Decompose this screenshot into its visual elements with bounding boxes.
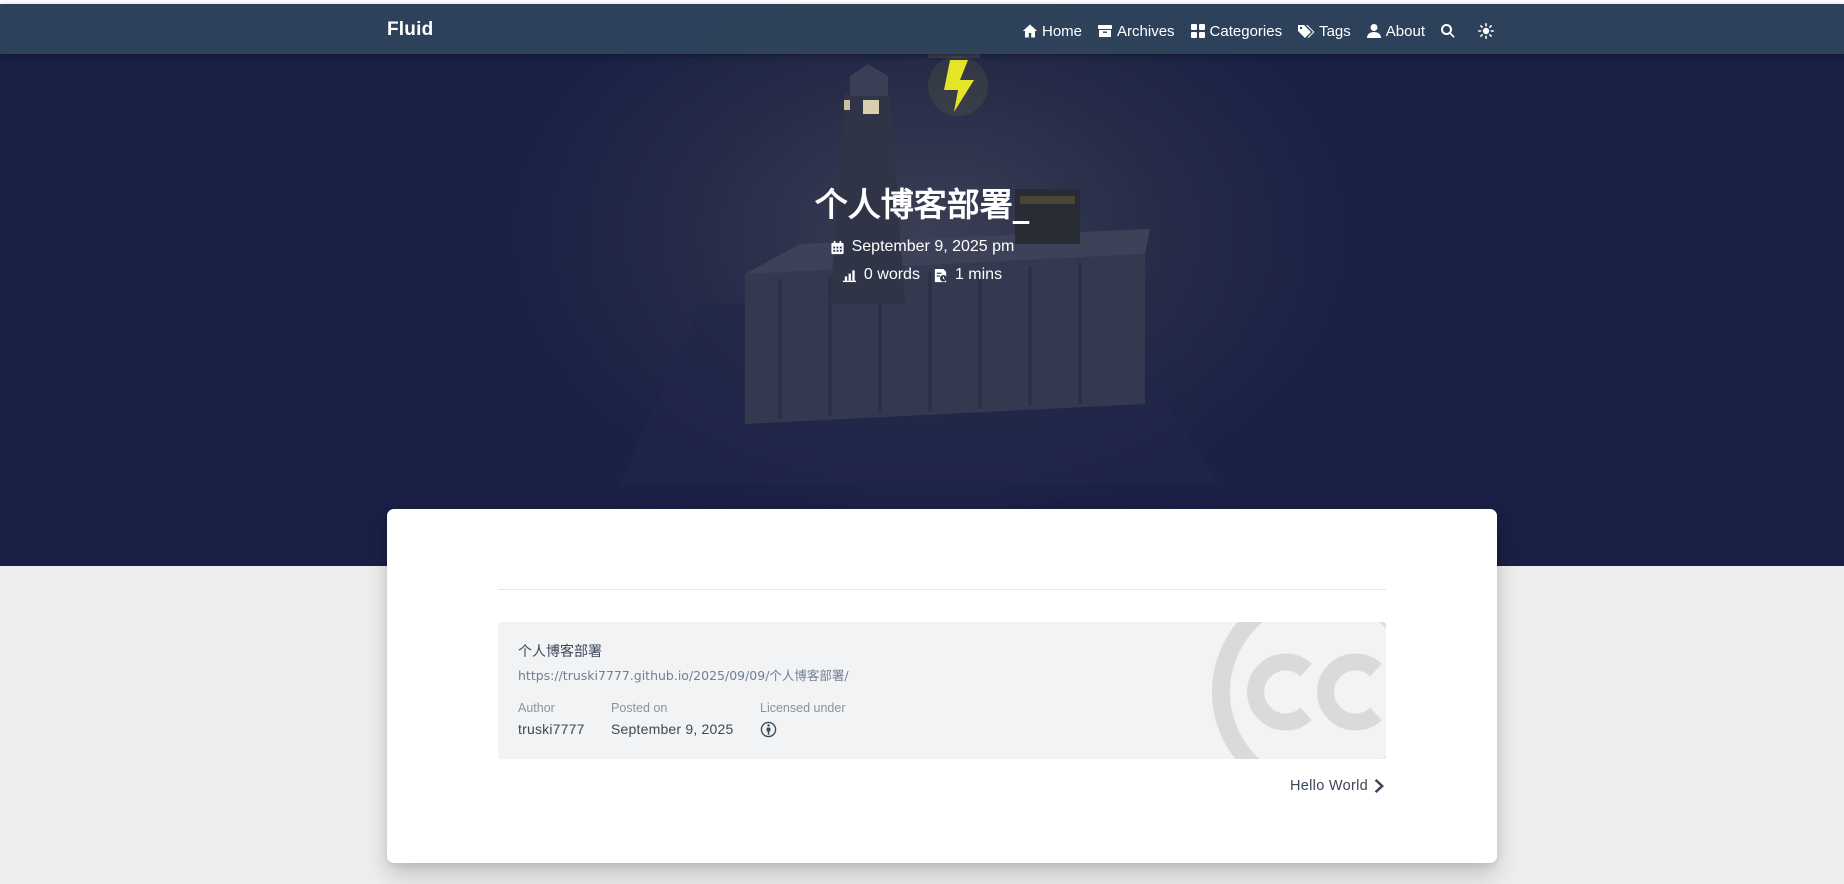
license-type: Licensed under [760,701,845,741]
brand-logo[interactable]: Fluid [387,19,433,41]
posted-value: September 9, 2025 [611,721,734,737]
nav-home[interactable]: Home [1022,23,1082,40]
categories-icon [1190,24,1205,38]
license-post-url[interactable]: https://truski7777.github.io/2025/09/09/… [518,665,849,684]
clock-document-icon [934,268,947,282]
lighthouse-banner-image [620,52,1220,484]
nav-tags[interactable]: Tags [1297,23,1351,40]
navbar: Fluid Home Archives Categories Tags Abou… [0,4,1844,54]
license-author: Author truski7777 [518,701,585,737]
chart-icon [842,269,856,282]
home-icon [1022,24,1038,38]
nav-categories-label: Categories [1209,22,1283,40]
nav-about[interactable]: About [1366,23,1425,40]
next-post-link[interactable]: Hello World [1290,778,1386,794]
licensed-label: Licensed under [760,701,846,715]
nav-archives-label: Archives [1117,22,1175,40]
content-divider [498,589,1386,590]
post-content-card: 个人博客部署 https://truski7777.github.io/2025… [387,509,1497,863]
license-box: 个人博客部署 https://truski7777.github.io/2025… [498,622,1386,759]
tags-icon [1298,25,1315,38]
nav-about-label: About [1385,22,1425,40]
nav-categories[interactable]: Categories [1190,22,1283,40]
archive-icon [1098,25,1113,37]
next-post-label: Hello World [1290,778,1368,794]
post-date-line: September 9, 2025 pm [0,238,1844,256]
search-button[interactable] [1440,23,1456,39]
post-read-time: 1 mins [954,266,1003,283]
hero-banner [0,4,1844,566]
author-value: truski7777 [518,721,585,737]
creative-commons-watermark-icon [1212,622,1386,759]
chevron-right-icon [1374,779,1384,793]
theme-toggle-button[interactable] [1477,23,1494,39]
license-posted: Posted on September 9, 2025 [611,701,733,737]
search-icon [1441,24,1455,38]
cc-by-icon[interactable] [760,721,777,738]
user-icon [1366,24,1381,38]
calendar-icon [831,240,844,254]
post-word-count: 0 words [863,266,920,283]
post-date: September 9, 2025 pm [851,238,1015,255]
post-title: 个人博客部署_ [814,185,1030,224]
nav-archives[interactable]: Archives [1097,23,1175,40]
post-stats-line: 0 words 1 mins [0,266,1844,284]
license-value [760,721,845,741]
sun-icon [1477,23,1494,39]
nav-menu: Home Archives Categories Tags About [1022,20,1516,42]
author-label: Author [518,701,555,715]
nav-tags-label: Tags [1319,22,1351,40]
posted-label: Posted on [611,701,668,715]
nav-home-label: Home [1042,22,1083,40]
license-post-title: 个人博客部署 [518,644,602,660]
